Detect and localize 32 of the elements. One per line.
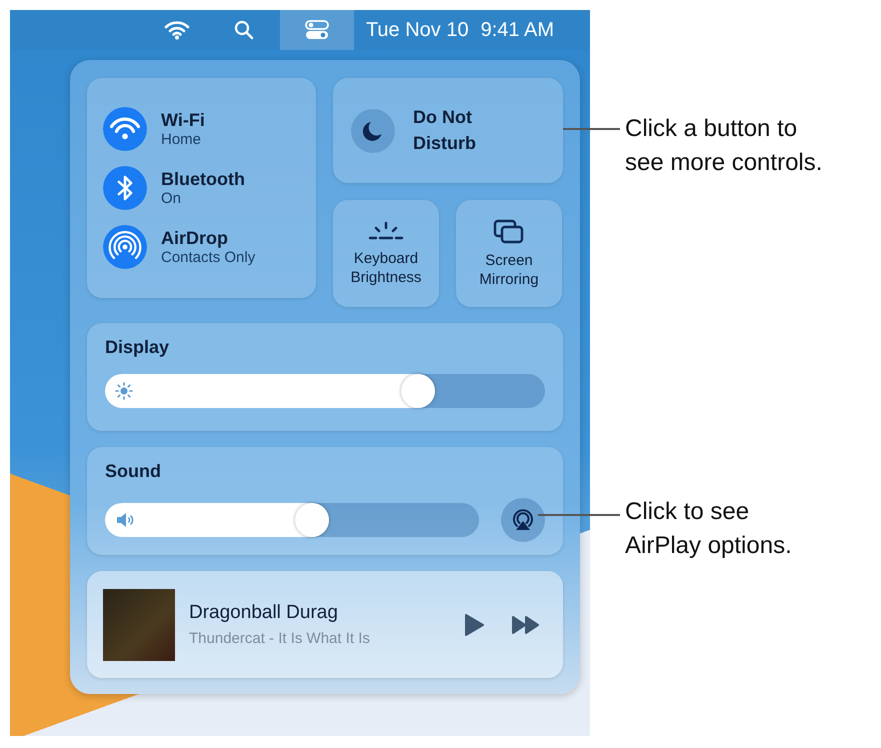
screen-mirroring-button[interactable]: Screen Mirroring (456, 200, 562, 307)
toggles-icon (304, 19, 330, 41)
sun-icon (115, 382, 133, 400)
display-title: Display (105, 337, 170, 358)
screen-mirroring-icon (492, 218, 526, 246)
song-title: Dragonball Durag (189, 602, 339, 624)
wifi-icon[interactable] (103, 107, 147, 151)
speaker-icon (115, 511, 135, 529)
connectivity-name: Wi-Fi (161, 110, 205, 131)
connectivity-status: Home (161, 131, 202, 148)
connectivity-name: AirDrop (161, 228, 229, 249)
brightness-slider[interactable] (105, 374, 545, 408)
connectivity-status: On (161, 190, 182, 207)
volume-slider[interactable] (105, 503, 479, 537)
menu-bar-date: Tue Nov 10 (366, 18, 469, 42)
callout-text: Click to see AirPlay options. (625, 497, 793, 561)
menu-bar-time: 9:41 AM (480, 18, 554, 42)
callout-text: Click a button to see more controls. (625, 114, 824, 178)
menu-bar-item[interactable] (280, 10, 354, 50)
do-not-disturb-button[interactable]: Do Not Disturb (333, 78, 563, 183)
album-art-placeholder (103, 588, 175, 660)
leader-line (563, 128, 620, 130)
keyboard-brightness-button[interactable]: Keyboard Brightness (333, 200, 439, 307)
airdrop-icon[interactable] (103, 225, 147, 269)
wifi-icon (164, 20, 190, 40)
sound-title: Sound (105, 461, 162, 482)
connectivity-name: Bluetooth (161, 169, 245, 190)
search-icon (234, 20, 254, 40)
bluetooth-icon[interactable] (103, 166, 147, 210)
song-artist-album: Thundercat - It Is What It Is (189, 630, 371, 647)
connectivity-status: Contacts Only (161, 249, 256, 266)
airplay-button[interactable] (501, 498, 545, 542)
